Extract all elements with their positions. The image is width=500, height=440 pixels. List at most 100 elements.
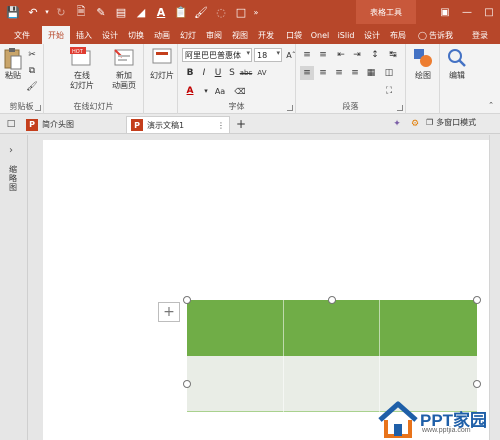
tab-developer[interactable]: 开发 (254, 26, 278, 44)
hot-slides-icon: HOT (70, 47, 94, 69)
online-slides-group: HOT 在线 幻灯片 新加 动画页 在线幻灯片 (44, 44, 144, 114)
undo-icon[interactable]: ↶ (24, 3, 42, 21)
tab-slideshow[interactable]: 幻灯 (176, 26, 200, 44)
columns-icon[interactable]: ◫ (382, 66, 396, 80)
table-header-row[interactable] (187, 300, 477, 356)
tab-review[interactable]: 审阅 (202, 26, 226, 44)
magic-icon[interactable]: ✦ (390, 117, 404, 131)
font-color-icon[interactable]: A (183, 84, 197, 98)
new-animation-page-button[interactable]: 新加 动画页 (104, 47, 144, 91)
italic-icon[interactable]: I (197, 66, 211, 80)
char-spacing-icon[interactable]: AV (255, 66, 269, 80)
new-animation-line2: 动画页 (112, 81, 136, 90)
table-tools-context-tab: 表格工具 (356, 0, 416, 24)
table-column-divider (283, 300, 284, 440)
arrange-icon[interactable]: ▤ (112, 3, 130, 21)
clipboard-launcher[interactable] (35, 105, 41, 111)
fill-color-icon[interactable]: ◢ (132, 3, 150, 21)
redo-icon[interactable]: ↻ (52, 3, 70, 21)
font-size-select[interactable]: 18 ▾ (254, 48, 282, 62)
paragraph-group-label: 段落 (342, 102, 359, 111)
new-file-icon[interactable]: 🗎 (72, 3, 90, 21)
add-element-button[interactable]: + (158, 302, 180, 322)
resize-handle-top-right[interactable] (473, 296, 481, 304)
increase-indent-icon[interactable]: ⇥ (350, 48, 364, 62)
strikethrough-icon[interactable]: abc (239, 66, 253, 80)
minimize-icon[interactable]: — (458, 3, 476, 21)
numbering-icon[interactable]: ≡ (316, 48, 330, 62)
tab-islide[interactable]: iSlid (334, 26, 358, 44)
change-case-button[interactable]: Aa (211, 84, 229, 98)
customize-icon[interactable]: □ (232, 3, 250, 21)
paste-button[interactable]: 粘贴 (3, 47, 23, 81)
resize-handle-top-middle[interactable] (328, 296, 336, 304)
align-center-icon[interactable]: ≡ (316, 66, 330, 80)
tab-animations[interactable]: 动画 (150, 26, 174, 44)
drawing-button[interactable]: 绘图 (409, 47, 437, 81)
eraser-icon[interactable]: ⌫ (233, 84, 247, 98)
tab-design[interactable]: 设计 (98, 26, 122, 44)
bullets-icon[interactable]: ≡ (300, 48, 314, 62)
underline-icon[interactable]: U (211, 66, 225, 80)
new-tab-icon[interactable]: + (234, 117, 248, 131)
editing-button[interactable]: 编辑 (443, 47, 471, 81)
more-icon[interactable]: » (252, 3, 260, 21)
tab-insert[interactable]: 插入 (72, 26, 96, 44)
pen-icon[interactable]: ✎ (92, 3, 110, 21)
smartart-icon[interactable]: ⛶ (382, 84, 396, 98)
tab-list-icon[interactable]: □ (4, 117, 18, 131)
close-icon[interactable]: ⋮ (217, 121, 225, 130)
dropdown-icon[interactable]: ▾ (44, 3, 50, 21)
expand-pane-icon[interactable]: › (9, 145, 13, 156)
tab-table-design[interactable]: 设计 (360, 26, 384, 44)
copy-icon[interactable]: ⧉ (25, 64, 39, 78)
font-family-select[interactable]: 阿里巴巴普惠体 ▾ (182, 48, 252, 62)
tab-file[interactable]: 文件 (4, 26, 40, 44)
maximize-icon[interactable]: □ (480, 3, 498, 21)
align-left-icon[interactable]: ≡ (300, 66, 314, 80)
animation-page-icon (112, 47, 136, 69)
font-color-icon[interactable]: A (152, 3, 170, 21)
sign-in-link[interactable]: 登录 (472, 26, 498, 44)
doc-tab-presentation1[interactable]: P 演示文稿1 ⋮ (126, 116, 230, 133)
svg-text:HOT: HOT (72, 49, 84, 55)
paragraph-launcher[interactable] (397, 105, 403, 111)
resize-handle-middle-left[interactable] (183, 380, 191, 388)
justify-icon[interactable]: ≡ (348, 66, 362, 80)
tab-pocket[interactable]: 口袋 (282, 26, 306, 44)
cut-icon[interactable]: ✂ (25, 48, 39, 62)
font-launcher[interactable] (287, 105, 293, 111)
online-slides-button[interactable]: HOT 在线 幻灯片 (62, 47, 102, 91)
save-icon[interactable]: 💾 (4, 3, 22, 21)
shadow-icon[interactable]: S (225, 66, 239, 80)
tell-me-box[interactable]: ◯ 告诉我 (418, 26, 453, 44)
paste-label: 粘贴 (5, 71, 21, 80)
multi-window-toggle[interactable]: ❐ 多窗口模式 (426, 117, 476, 128)
resize-handle-middle-right[interactable] (473, 380, 481, 388)
format-painter-icon[interactable]: 🖌 (25, 80, 39, 94)
tab-view[interactable]: 视图 (228, 26, 252, 44)
shape-icon[interactable]: ◌ (212, 3, 230, 21)
line-spacing-icon[interactable]: ↕ (368, 48, 382, 62)
slide-layout-button[interactable]: 幻灯片 (147, 47, 177, 81)
collapse-ribbon-icon[interactable]: ⌃ (484, 98, 498, 112)
doc-tab-intro[interactable]: P 简介头图 (22, 116, 122, 133)
text-direction-icon[interactable]: ↹ (386, 48, 400, 62)
bold-icon[interactable]: B (183, 66, 197, 80)
font-size-value: 18 (257, 50, 268, 60)
tab-onekey[interactable]: Onel (308, 26, 332, 44)
format-painter-icon[interactable]: 🖌 (192, 3, 210, 21)
tab-table-layout[interactable]: 布局 (386, 26, 410, 44)
tab-home[interactable]: 开始 (42, 26, 70, 44)
distributed-icon[interactable]: ▦ (364, 66, 378, 80)
title-bar: 💾 ↶ ▾ ↻ 🗎 ✎ ▤ ◢ A 📋 🖌 ◌ □ » 表格工具 ▣ — □ (0, 0, 500, 24)
decrease-indent-icon[interactable]: ⇤ (334, 48, 348, 62)
restore-icon[interactable]: ▣ (436, 3, 454, 21)
resize-handle-top-left[interactable] (183, 296, 191, 304)
quick-access-toolbar: 💾 ↶ ▾ ↻ 🗎 ✎ ▤ ◢ A 📋 🖌 ◌ □ » (4, 3, 260, 21)
tab-transitions[interactable]: 切换 (124, 26, 148, 44)
vertical-scrollbar[interactable] (489, 135, 500, 440)
paste-icon[interactable]: 📋 (172, 3, 190, 21)
align-right-icon[interactable]: ≡ (332, 66, 346, 80)
settings-icon[interactable]: ⚙ (408, 117, 422, 131)
